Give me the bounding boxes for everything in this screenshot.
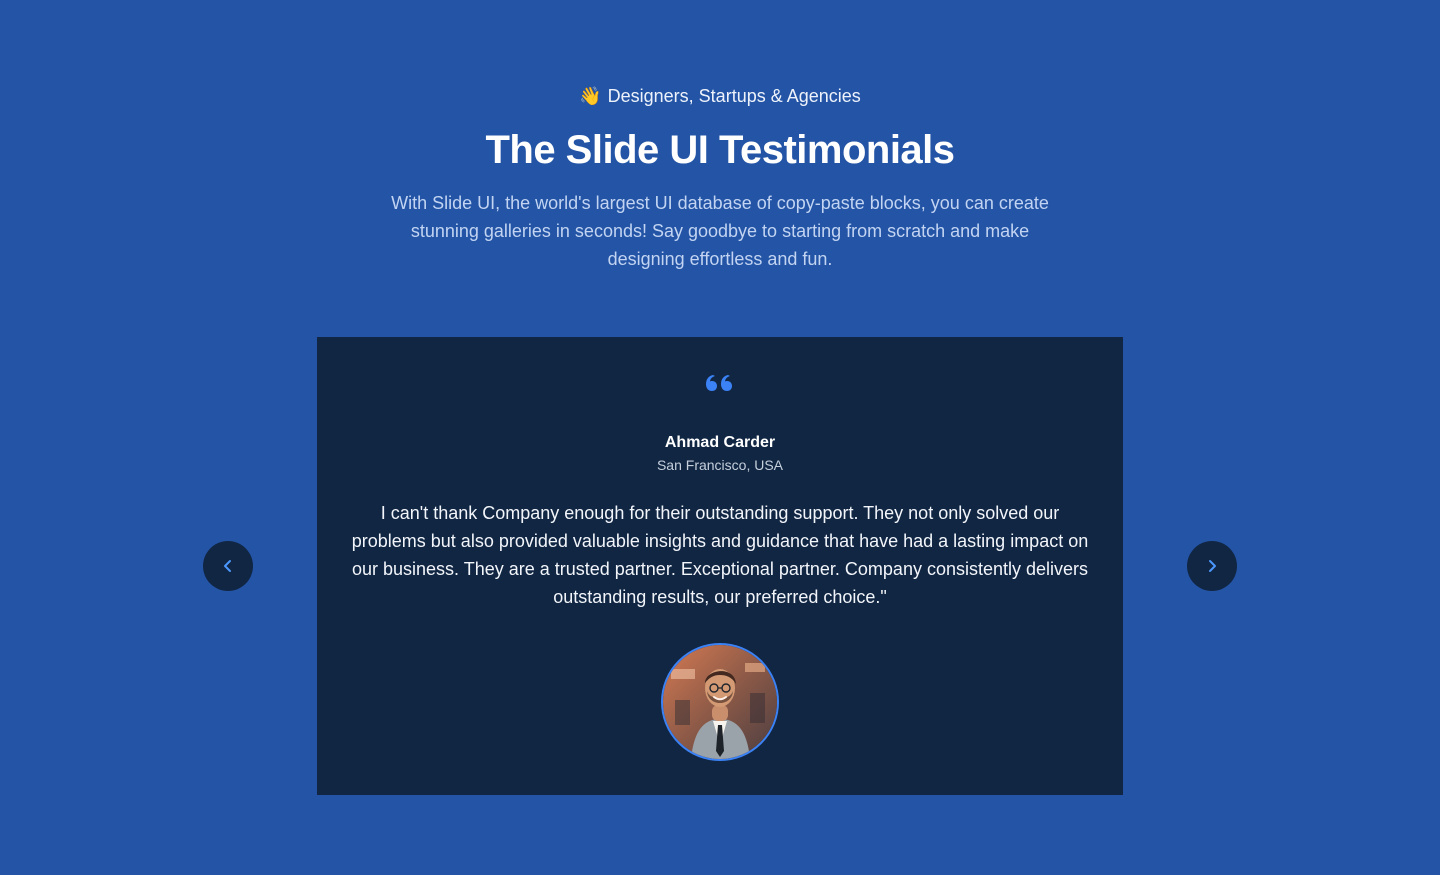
- avatar-illustration: [663, 645, 777, 759]
- chevron-left-icon: [224, 560, 231, 572]
- quote-icon: [706, 375, 732, 391]
- eyebrow-text: 👋 Designers, Startups & Agencies: [0, 84, 1440, 108]
- testimonial-author-location: San Francisco, USA: [656, 457, 784, 473]
- page-subtitle: With Slide UI, the world's largest UI da…: [391, 193, 1049, 269]
- testimonials-page: 👋 Designers, Startups & Agencies The Slid…: [0, 0, 1440, 875]
- testimonial-text: I can't thank Company enough for their o…: [351, 503, 1089, 607]
- avatar: [661, 643, 779, 761]
- testimonial-author-name: Ahmad Carder: [664, 434, 776, 451]
- previous-testimonial-button[interactable]: [203, 541, 253, 591]
- page-title: The Slide UI Testimonials: [485, 128, 955, 172]
- chevron-right-icon: [1209, 560, 1216, 572]
- waving-hand-icon: 👋: [579, 86, 602, 106]
- next-testimonial-button[interactable]: [1187, 541, 1237, 591]
- eyebrow-label: Designers, Startups & Agencies: [607, 86, 861, 106]
